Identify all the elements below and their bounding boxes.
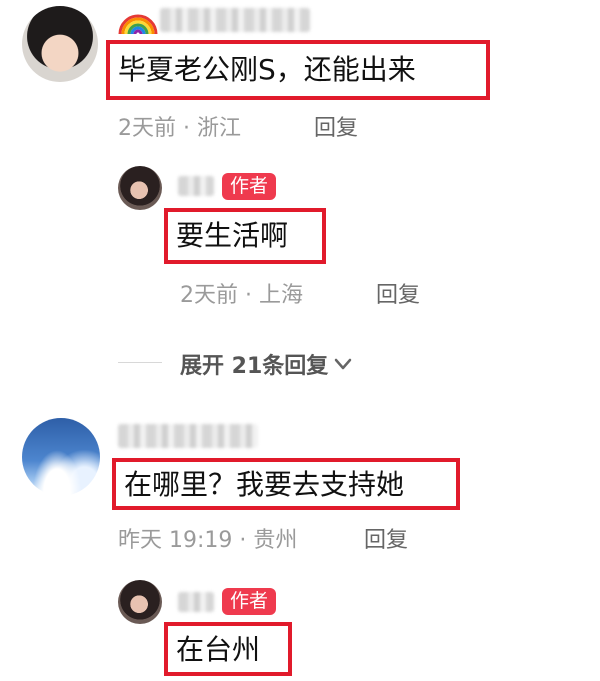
author-avatar[interactable] (118, 166, 162, 210)
author-badge: 作者 (222, 173, 277, 200)
comment-meta: 2天前 · 浙江 (118, 116, 241, 141)
reply-text: 在台州 (176, 633, 261, 666)
comment-highlight-box: 毕夏老公刚S，还能出来 (106, 40, 490, 100)
author-name-blurred[interactable] (178, 176, 214, 196)
commenter-avatar[interactable] (22, 418, 100, 496)
expand-replies-label: 展开 21条回复 (180, 354, 329, 379)
author-avatar[interactable] (118, 580, 162, 624)
divider-line (118, 362, 162, 363)
reply-button[interactable]: 回复 (364, 522, 408, 554)
reply-button[interactable]: 回复 (376, 277, 420, 309)
comment-text: 毕夏老公刚S，还能出来 (118, 53, 416, 86)
comment-meta: 昨天 19:19 · 贵州 (118, 528, 298, 553)
reply-meta: 2天前 · 上海 (180, 283, 303, 308)
username-blurred[interactable] (160, 8, 310, 32)
commenter-avatar[interactable] (22, 6, 98, 82)
chevron-down-icon (335, 358, 352, 370)
comment-text: 在哪里？我要去支持她 (124, 468, 405, 501)
comment-highlight-box: 在哪里？我要去支持她 (112, 458, 460, 510)
reply-highlight-box: 要生活啊 (164, 208, 326, 264)
expand-replies-button[interactable]: 展开 21条回复 (180, 348, 354, 380)
author-badge: 作者 (222, 588, 277, 615)
author-name-blurred[interactable] (178, 592, 214, 612)
reply-text: 要生活啊 (176, 219, 289, 252)
username-blurred[interactable] (118, 424, 258, 448)
rainbow-icon (118, 14, 158, 34)
reply-button[interactable]: 回复 (314, 110, 358, 142)
reply-highlight-box: 在台州 (164, 622, 292, 676)
